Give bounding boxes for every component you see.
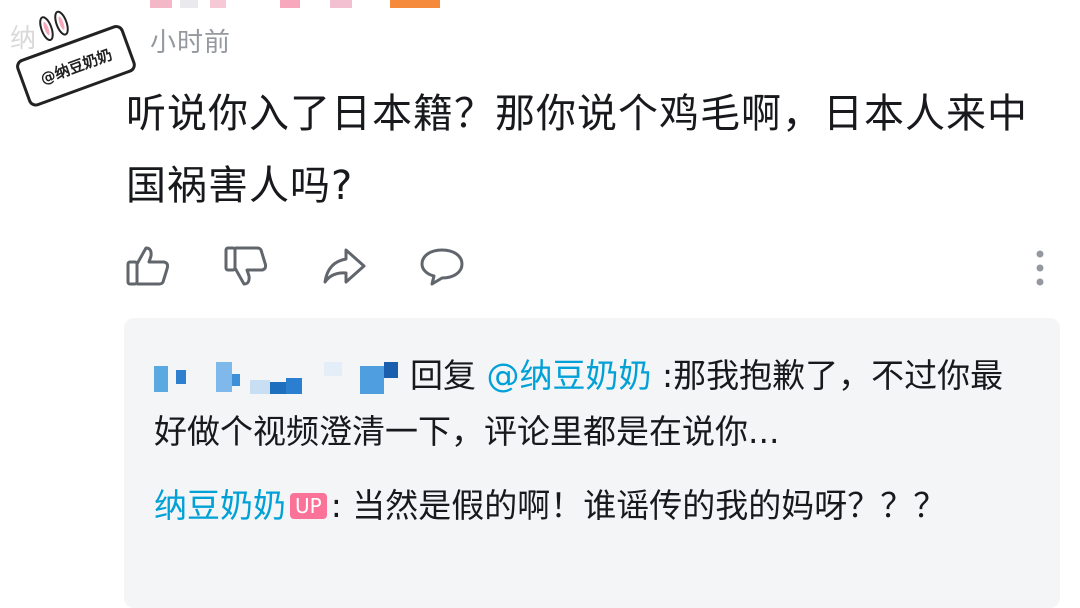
reply-label: 回复 (410, 356, 476, 395)
mention-link[interactable]: @纳豆奶奶 (487, 356, 652, 395)
more-vertical-icon[interactable] (1030, 246, 1050, 290)
up-badge: UP (290, 493, 327, 519)
share-icon[interactable] (320, 242, 368, 290)
thumbs-down-icon[interactable] (222, 242, 270, 290)
pixelated-badge (280, 0, 470, 10)
reply-author-link[interactable]: 纳豆奶奶 (154, 486, 286, 525)
pixelated-reply-author (154, 360, 410, 396)
comment-icon[interactable] (418, 242, 466, 290)
comment-action-bar (120, 236, 1060, 296)
reply-item[interactable]: 纳豆奶奶 UP: 当然是假的啊！谁谣传的我的妈呀？？？ (154, 478, 1034, 534)
thumbs-up-icon[interactable] (124, 242, 172, 290)
replies-panel: 回复 @纳豆奶奶 :那我抱歉了，不过你最好做个视频澄清一下，评论里都是在说你..… (124, 318, 1060, 608)
pixelated-username (150, 0, 270, 10)
reply-text: : 当然是假的啊！谁谣传的我的妈呀？？？ (330, 486, 947, 525)
comment-header: 纳 小时前 (0, 0, 1080, 60)
comment-timestamp: 小时前 (150, 28, 232, 58)
reply-item[interactable]: 回复 @纳豆奶奶 :那我抱歉了，不过你最好做个视频澄清一下，评论里都是在说你..… (154, 348, 1034, 460)
comment-body: 听说你入了日本籍？那你说个鸡毛啊，日本人来中国祸害人吗? (126, 91, 1028, 209)
